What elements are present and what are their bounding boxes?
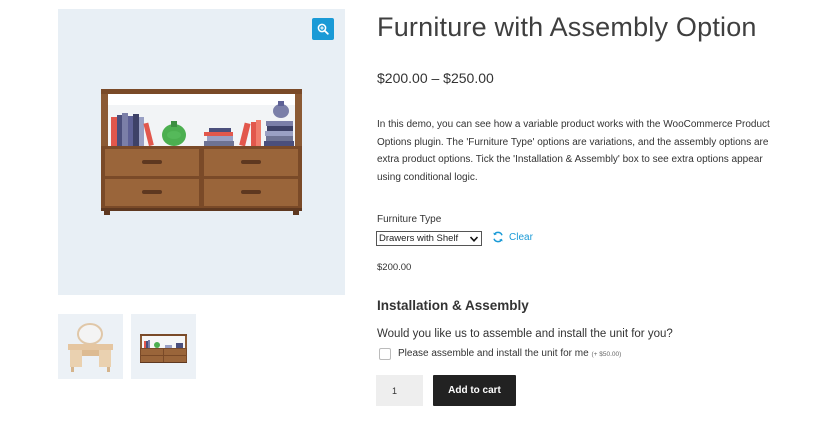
- assembly-extra-price: (+ $50.00): [591, 351, 622, 358]
- assembly-checkbox-label[interactable]: Please assemble and install the unit for…: [398, 348, 621, 359]
- assembly-checkbox[interactable]: [379, 348, 391, 360]
- furniture-illustration: [101, 89, 302, 215]
- dressing-table-illustration: [68, 323, 113, 372]
- furniture-type-select[interactable]: Drawers with Shelf: [376, 231, 482, 246]
- thumbnail-dressing-table[interactable]: [58, 314, 123, 379]
- thumbnail-drawers-with-shelf[interactable]: [131, 314, 196, 379]
- assembly-section-title: Installation & Assembly: [377, 298, 529, 313]
- chevron-down-icon: [469, 234, 479, 244]
- quantity-input[interactable]: 1: [376, 375, 423, 406]
- product-main-image[interactable]: [58, 9, 345, 295]
- clear-label: Clear: [509, 231, 533, 243]
- price-range: $200.00 – $250.00: [377, 70, 494, 86]
- assembly-question: Would you like us to assemble and instal…: [377, 328, 673, 340]
- clear-selection-link[interactable]: Clear: [492, 231, 533, 243]
- refresh-icon: [493, 231, 503, 243]
- product-description: In this demo, you can see how a variable…: [377, 119, 770, 183]
- magnifier-plus-icon: [317, 23, 329, 35]
- variation-price: $200.00: [377, 262, 412, 273]
- furniture-type-selected: Drawers with Shelf: [379, 233, 459, 244]
- drawers-thumbnail-illustration: [140, 334, 187, 363]
- add-to-cart-button[interactable]: Add to cart: [433, 375, 516, 406]
- furniture-type-label: Furniture Type: [377, 214, 442, 225]
- zoom-button[interactable]: [312, 18, 334, 40]
- product-title: Furniture with Assembly Option: [377, 12, 757, 42]
- assembly-checkbox-text: Please assemble and install the unit for…: [398, 348, 589, 359]
